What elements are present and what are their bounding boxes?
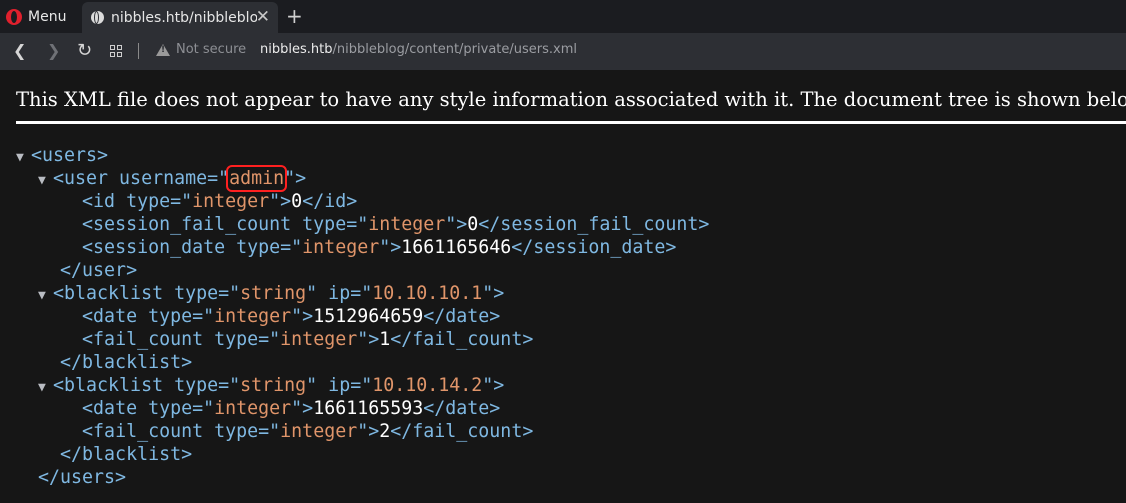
date-open-tag-end: ">: [291, 306, 314, 327]
forward-arrow-icon[interactable]: ❯: [47, 41, 60, 61]
user-open-tag-end: ">: [284, 168, 307, 189]
blacklist-type-value: string: [240, 283, 307, 304]
id-line: <id type="integer">0</id>: [16, 190, 709, 213]
new-tab-button[interactable]: +: [286, 3, 303, 29]
date-line: <date type="integer">1512964659</date>: [16, 305, 709, 328]
blacklist-open-line: ▼ <blacklist type="string" ip="10.10.10.1…: [16, 282, 709, 305]
date-close-tag: </date>: [423, 306, 501, 327]
blacklist-ip-value: 10.10.14.2: [372, 375, 483, 396]
users-open-line: ▼ <users>: [16, 144, 709, 167]
page-content: This XML file does not appear to have an…: [0, 70, 1126, 503]
session-fail-count-open-tag: <session_fail_count type=": [82, 214, 369, 235]
session-date-close-tag: </session_date>: [511, 237, 677, 258]
fail-count-line: <fail_count type="integer">1</fail_count…: [16, 328, 709, 351]
id-close-tag: </id>: [302, 191, 358, 212]
fail-count-open-tag-end: ">: [357, 329, 380, 350]
blacklist-ip-attr: " ip=": [306, 375, 373, 396]
session-fail-count-open-tag-end: ">: [445, 214, 468, 235]
blacklist-close-line: </blacklist>: [16, 351, 709, 374]
blacklist-open-line: ▼ <blacklist type="string" ip="10.10.14.2…: [16, 374, 709, 397]
blacklist-close-tag: </blacklist>: [60, 444, 193, 465]
date-close-tag: </date>: [423, 398, 501, 419]
session-date-line: <session_date type="integer">1661165646<…: [16, 236, 709, 259]
user-open-line: ▼ <user username="admin">: [16, 165, 709, 192]
address-toolbar: ❮ ❯ ↻ Not secure nibbles.htb/nibbleblog/…: [0, 33, 1126, 70]
blacklist-open-tag-end: ">: [482, 283, 505, 304]
blacklist-open-tag: <blacklist type=": [53, 283, 241, 304]
address-bar[interactable]: nibbles.htb/nibbleblog/content/private/u…: [260, 42, 577, 57]
blacklist-close-tag: </blacklist>: [60, 352, 193, 373]
date-open-tag: <date type=": [82, 398, 215, 419]
session-date-open-tag: <session_date type=": [82, 237, 303, 258]
collapse-triangle-icon[interactable]: ▼: [16, 146, 31, 169]
fail-count-type-value: integer: [280, 421, 358, 442]
fail-count-close-tag: </fail_count>: [390, 329, 534, 350]
tab-close-icon[interactable]: ✕: [256, 8, 270, 26]
menu-button[interactable]: Menu: [6, 5, 66, 29]
id-type-value: integer: [192, 191, 270, 212]
xml-info-message: This XML file does not appear to have an…: [16, 88, 1126, 111]
fail-count-open-tag: <fail_count type=": [82, 421, 281, 442]
tabs-grid-icon[interactable]: [110, 45, 122, 57]
security-label[interactable]: Not secure: [176, 42, 246, 57]
blacklist-type-value: string: [240, 375, 307, 396]
date-open-tag: <date type=": [82, 306, 215, 327]
user-close-tag: </user>: [60, 260, 138, 281]
collapse-triangle-icon[interactable]: ▼: [38, 169, 53, 192]
blacklist-close-line: </blacklist>: [16, 443, 709, 466]
session-date-open-tag-end: ">: [379, 237, 402, 258]
tab-title: nibbles.htb/nibbleblog: [111, 9, 257, 26]
blacklist-ip-value: 10.10.10.1: [372, 283, 483, 304]
opera-logo-icon: [6, 9, 22, 25]
toolbar-divider: [138, 43, 139, 59]
date-open-tag-end: ">: [291, 398, 314, 419]
username-value: admin: [226, 165, 288, 192]
id-open-tag: <id type=": [82, 191, 193, 212]
url-host: nibbles.htb: [260, 42, 333, 57]
date-line: <date type="integer">1661165593</date>: [16, 397, 709, 420]
fail-count-type-value: integer: [280, 329, 358, 350]
xml-tree: ▼ <users> ▼ <user username="admin"> <id ty…: [16, 144, 709, 489]
date-type-value: integer: [214, 306, 292, 327]
session-fail-count-value: 0: [467, 214, 479, 235]
collapse-triangle-icon[interactable]: ▼: [38, 284, 53, 307]
blacklist-ip-attr: " ip=": [306, 283, 373, 304]
id-value: 0: [291, 191, 303, 212]
info-divider: [16, 121, 1126, 124]
fail-count-value: 2: [379, 421, 391, 442]
session-fail-count-close-tag: </session_fail_count>: [478, 214, 710, 235]
users-close-line: </users>: [16, 466, 709, 489]
active-tab[interactable]: nibbles.htb/nibbleblog ✕: [82, 2, 278, 33]
blacklist-open-tag-end: ">: [482, 375, 505, 396]
warning-icon[interactable]: [156, 44, 170, 56]
fail-count-close-tag: </fail_count>: [390, 421, 534, 442]
menu-label: Menu: [28, 9, 67, 25]
fail-count-open-tag: <fail_count type=": [82, 329, 281, 350]
fail-count-value: 1: [379, 329, 391, 350]
globe-icon: [91, 11, 104, 24]
users-open-tag: <users>: [31, 145, 109, 166]
blacklist-open-tag: <blacklist type=": [53, 375, 241, 396]
users-close-tag: </users>: [38, 467, 127, 488]
url-path: /nibbleblog/content/private/users.xml: [332, 42, 577, 57]
session-date-value: 1661165646: [401, 237, 512, 258]
back-arrow-icon[interactable]: ❮: [13, 41, 26, 61]
collapse-triangle-icon[interactable]: ▼: [38, 376, 53, 399]
tab-strip: Menu nibbles.htb/nibbleblog ✕ +: [0, 0, 1126, 33]
reload-icon[interactable]: ↻: [77, 41, 92, 61]
session-fail-count-type-value: integer: [368, 214, 446, 235]
id-open-tag-end: ">: [269, 191, 292, 212]
session-date-type-value: integer: [302, 237, 380, 258]
date-type-value: integer: [214, 398, 292, 419]
date-value: 1661165593: [313, 398, 424, 419]
session-fail-count-line: <session_fail_count type="integer">0</se…: [16, 213, 709, 236]
fail-count-line: <fail_count type="integer">2</fail_count…: [16, 420, 709, 443]
user-close-line: </user>: [16, 259, 709, 282]
fail-count-open-tag-end: ">: [357, 421, 380, 442]
date-value: 1512964659: [313, 306, 424, 327]
user-open-tag: <user username=": [53, 168, 230, 189]
